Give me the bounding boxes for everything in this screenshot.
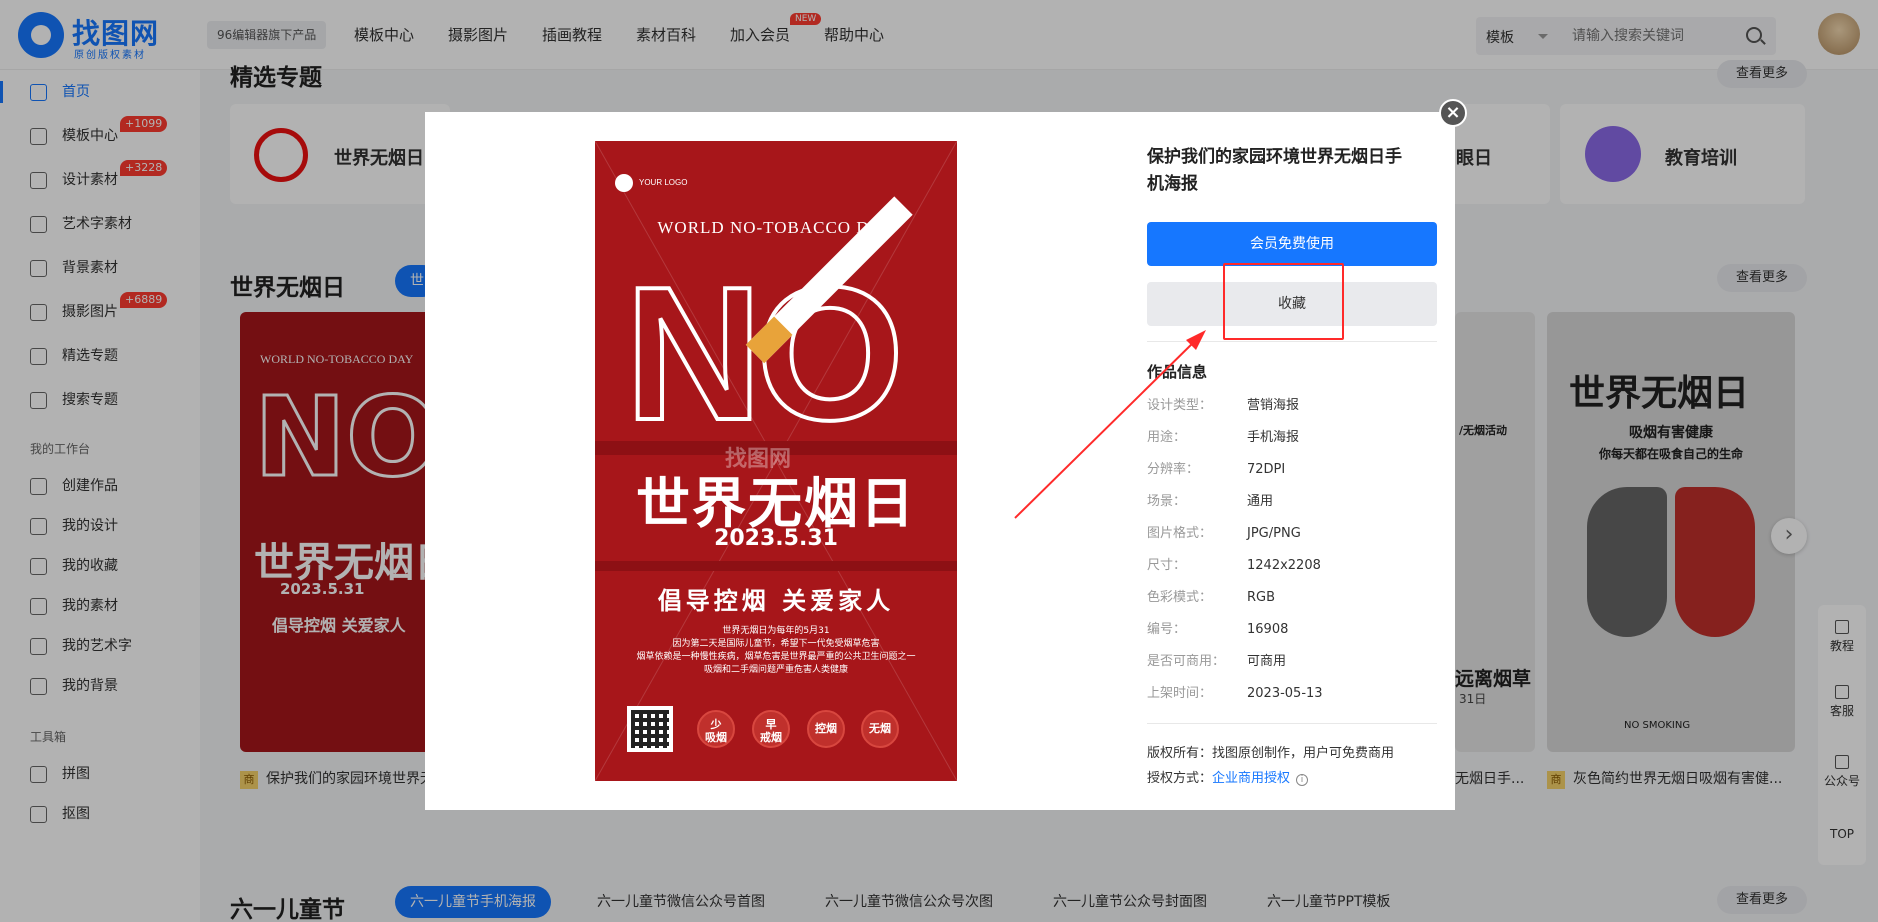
info-key: 设计类型： bbox=[1147, 398, 1213, 413]
info-key: 色彩模式： bbox=[1147, 590, 1213, 605]
modal-title: 保护我们的家园环境世界无烟日手机海报 bbox=[1147, 147, 1402, 194]
info-key: 编号： bbox=[1147, 622, 1187, 637]
info-icon[interactable]: i bbox=[1296, 774, 1309, 786]
info-value: RGB bbox=[1247, 590, 1276, 605]
info-value: 营销海报 bbox=[1247, 398, 1300, 413]
poster-logo-text: YOUR LOGO bbox=[639, 178, 688, 187]
info-key: 尺寸： bbox=[1147, 558, 1187, 573]
info-key: 用途： bbox=[1147, 430, 1187, 445]
info-row: 场景： 通用 bbox=[1147, 490, 1273, 509]
poster-description: 世界无烟日为每年的5月31 因为第二天是国际儿童节，希望下一代免受烟草危害 烟草… bbox=[625, 625, 927, 677]
info-key: 是否可商用： bbox=[1147, 654, 1226, 669]
info-value: 通用 bbox=[1247, 494, 1274, 509]
info-row: 编号： 16908 bbox=[1147, 618, 1288, 637]
poster-logo-icon bbox=[615, 174, 633, 192]
info-key: 场景： bbox=[1147, 494, 1187, 509]
poster-date: 2023.5.31 bbox=[714, 526, 838, 551]
qr-code-icon bbox=[627, 706, 673, 752]
license-row: 授权方式：企业商用授权 i bbox=[1147, 767, 1309, 786]
poster-circle-badge: 早戒烟 bbox=[752, 710, 790, 748]
info-row: 色彩模式： RGB bbox=[1147, 586, 1275, 605]
poster-slogan: 倡导控烟 关爱家人 bbox=[657, 587, 895, 615]
info-value: 16908 bbox=[1247, 622, 1289, 637]
poster-circle-badge: 无烟 bbox=[861, 710, 899, 748]
info-row: 分辨率： 72DPI bbox=[1147, 458, 1285, 477]
info-value: 1242x2208 bbox=[1247, 558, 1321, 573]
divider bbox=[1147, 723, 1437, 724]
poster-circle-badge: 少吸烟 bbox=[697, 710, 735, 748]
divider bbox=[1147, 341, 1437, 342]
info-heading: 作品信息 bbox=[1147, 363, 1208, 381]
desc-line: 烟草依赖是一种慢性疾病，烟草危害是世界最严重的公共卫生问题之一 bbox=[636, 652, 916, 662]
info-value: JPG/PNG bbox=[1247, 526, 1301, 541]
info-value: 手机海报 bbox=[1247, 430, 1300, 445]
info-key: 分辨率： bbox=[1147, 462, 1200, 477]
badge-text: 吸烟 bbox=[705, 731, 727, 744]
info-row: 用途： 手机海报 bbox=[1147, 426, 1299, 445]
info-row: 上架时间： 2023-05-13 bbox=[1147, 682, 1323, 701]
info-value: 可商用 bbox=[1247, 654, 1287, 669]
badge-text: 戒烟 bbox=[760, 731, 782, 744]
desc-line: 世界无烟日为每年的5月31 bbox=[722, 626, 830, 636]
desc-line: 吸烟和二手烟问题严重危害人类健康 bbox=[703, 665, 848, 675]
badge-text: 少 bbox=[710, 718, 722, 731]
desc-line: 因为第二天是国际儿童节，希望下一代免受烟草危害 bbox=[672, 639, 880, 649]
info-row: 尺寸： 1242x2208 bbox=[1147, 554, 1321, 573]
info-row: 图片格式： JPG/PNG bbox=[1147, 522, 1301, 541]
copyright-text: 版权所有：找图原创制作，用户可免费商用 bbox=[1147, 746, 1395, 761]
close-icon[interactable]: × bbox=[1439, 99, 1467, 127]
badge-text: 早 bbox=[765, 718, 777, 731]
info-value: 72DPI bbox=[1247, 462, 1286, 477]
poster-band bbox=[595, 561, 957, 571]
license-label: 授权方式： bbox=[1147, 771, 1213, 786]
info-key: 上架时间： bbox=[1147, 686, 1213, 701]
info-key: 图片格式： bbox=[1147, 526, 1213, 541]
info-row: 设计类型： 营销海报 bbox=[1147, 394, 1299, 413]
info-row: 是否可商用： 可商用 bbox=[1147, 650, 1286, 669]
highlight-box bbox=[1223, 263, 1344, 340]
member-free-use-button[interactable]: 会员免费使用 bbox=[1147, 222, 1437, 266]
poster-circle-badge: 控烟 bbox=[807, 710, 845, 748]
info-value: 2023-05-13 bbox=[1247, 686, 1323, 701]
license-link[interactable]: 企业商用授权 bbox=[1212, 771, 1290, 786]
template-detail-modal: YOUR LOGO WORLD NO-TOBACCO DAY NO 找图网 世界… bbox=[425, 112, 1455, 810]
poster-preview: YOUR LOGO WORLD NO-TOBACCO DAY NO 找图网 世界… bbox=[595, 141, 957, 781]
